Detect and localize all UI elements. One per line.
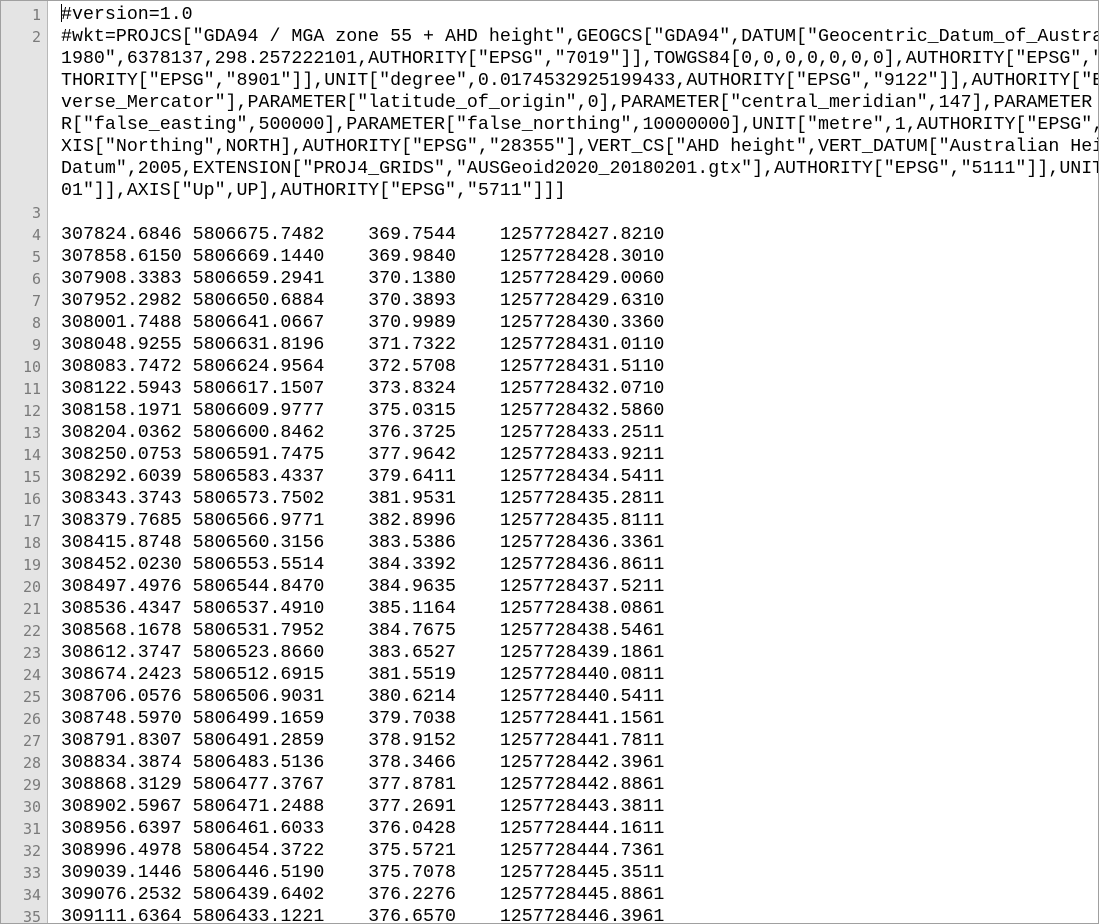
line-number: 32 (22, 842, 41, 860)
editor-line[interactable]: 308568.1678 5806531.7952 384.7675 125772… (61, 620, 1098, 642)
editor-line[interactable]: 1980",6378137,298.257222101,AUTHORITY["E… (61, 48, 1098, 70)
editor-line[interactable]: 308674.2423 5806512.6915 381.5519 125772… (61, 664, 1098, 686)
editor-line[interactable]: THORITY["EPSG","8901"]],UNIT["degree",0.… (61, 70, 1098, 92)
text-editor-window: 1 2 3 4 5 6 7 8 9 10 11 12 13 14 15 16 17 18 19 20 21 22 23 24 2… (0, 0, 1099, 924)
editor-line[interactable]: #wkt=PROJCS["GDA94 / MGA zone 55 + AHD h… (61, 26, 1098, 48)
editor-line[interactable]: 308748.5970 5806499.1659 379.7038 125772… (61, 708, 1098, 730)
editor-line[interactable]: 308706.0576 5806506.9031 380.6214 125772… (61, 686, 1098, 708)
editor-line[interactable]: 308204.0362 5806600.8462 376.3725 125772… (61, 422, 1098, 444)
editor-line[interactable]: 308048.9255 5806631.8196 371.7322 125772… (61, 334, 1098, 356)
line-number (1, 136, 47, 158)
line-number: 16 (22, 490, 41, 508)
line-number (1, 92, 47, 114)
line-number: 18 (22, 534, 41, 552)
line-number (1, 70, 47, 92)
editor-line[interactable]: 01"]],AXIS["Up",UP],AUTHORITY["EPSG","57… (61, 180, 1098, 202)
editor-line[interactable]: 307952.2982 5806650.6884 370.3893 125772… (61, 290, 1098, 312)
line-number: 28 (22, 754, 41, 772)
editor-line[interactable]: 309111.6364 5806433.1221 376.6570 125772… (61, 906, 1098, 923)
editor-line[interactable]: 307824.6846 5806675.7482 369.7544 125772… (61, 224, 1098, 246)
line-number: 34 (22, 886, 41, 904)
editor-line[interactable]: 308250.0753 5806591.7475 377.9642 125772… (61, 444, 1098, 466)
editor-line[interactable]: 308343.3743 5806573.7502 381.9531 125772… (61, 488, 1098, 510)
line-number: 31 (22, 820, 41, 838)
editor-line-current[interactable]: #version=1.0 (61, 4, 1098, 26)
line-number: 12 (22, 402, 41, 420)
editor-line[interactable]: 308497.4976 5806544.8470 384.9635 125772… (61, 576, 1098, 598)
editor-line[interactable]: XIS["Northing",NORTH],AUTHORITY["EPSG","… (61, 136, 1098, 158)
line-number: 21 (22, 600, 41, 618)
editor-line[interactable]: 307908.3383 5806659.2941 370.1380 125772… (61, 268, 1098, 290)
editor-line[interactable]: 308536.4347 5806537.4910 385.1164 125772… (61, 598, 1098, 620)
editor-line[interactable]: 308996.4978 5806454.3722 375.5721 125772… (61, 840, 1098, 862)
line-number: 6 (31, 270, 41, 288)
line-number: 35 (22, 908, 41, 924)
editor-line[interactable]: 308158.1971 5806609.9777 375.0315 125772… (61, 400, 1098, 422)
line-number: 27 (22, 732, 41, 750)
line-number (1, 48, 47, 70)
editor-line[interactable]: R["false_easting",500000],PARAMETER["fal… (61, 114, 1098, 136)
line-number (1, 114, 47, 136)
editor-line[interactable]: 308415.8748 5806560.3156 383.5386 125772… (61, 532, 1098, 554)
editor-line[interactable]: 308791.8307 5806491.2859 378.9152 125772… (61, 730, 1098, 752)
line-number: 3 (31, 204, 41, 222)
line-number: 26 (22, 710, 41, 728)
line-number: 11 (22, 380, 41, 398)
line-number: 33 (22, 864, 41, 882)
line-number: 24 (22, 666, 41, 684)
editor-line[interactable]: 308292.6039 5806583.4337 379.6411 125772… (61, 466, 1098, 488)
editor-line[interactable]: 308902.5967 5806471.2488 377.2691 125772… (61, 796, 1098, 818)
line-number: 19 (22, 556, 41, 574)
line-number (1, 158, 47, 180)
line-number: 20 (22, 578, 41, 596)
line-number: 5 (31, 248, 41, 266)
line-number: 10 (22, 358, 41, 376)
editor-text-area[interactable]: #version=1.0 #wkt=PROJCS["GDA94 / MGA zon… (48, 1, 1098, 923)
line-number: 17 (22, 512, 41, 530)
editor-line[interactable]: 308452.0230 5806553.5514 384.3392 125772… (61, 554, 1098, 576)
editor-line[interactable]: 308083.7472 5806624.9564 372.5708 125772… (61, 356, 1098, 378)
line-number: 30 (22, 798, 41, 816)
line-number: 29 (22, 776, 41, 794)
editor-line[interactable] (61, 202, 1098, 224)
line-number-gutter: 1 2 3 4 5 6 7 8 9 10 11 12 13 14 15 16 17 18 19 20 21 22 23 24 2… (1, 1, 48, 923)
line-number: 9 (31, 336, 41, 354)
line-number: 8 (31, 314, 41, 332)
line-number (1, 180, 47, 202)
editor-line[interactable]: 307858.6150 5806669.1440 369.9840 125772… (61, 246, 1098, 268)
editor-line[interactable]: 309039.1446 5806446.5190 375.7078 125772… (61, 862, 1098, 884)
line-number: 15 (22, 468, 41, 486)
line-number: 23 (22, 644, 41, 662)
editor-line[interactable]: 308834.3874 5806483.5136 378.3466 125772… (61, 752, 1098, 774)
text-caret (61, 4, 62, 22)
line-number: 2 (31, 28, 41, 46)
line-number: 4 (31, 226, 41, 244)
editor-line[interactable]: 308868.3129 5806477.3767 377.8781 125772… (61, 774, 1098, 796)
line-number: 7 (31, 292, 41, 310)
line-number: 14 (22, 446, 41, 464)
line-number: 22 (22, 622, 41, 640)
line-number: 13 (22, 424, 41, 442)
line-number: 1 (31, 6, 41, 24)
editor-line[interactable]: 308001.7488 5806641.0667 370.9989 125772… (61, 312, 1098, 334)
line-number: 25 (22, 688, 41, 706)
editor-line[interactable]: 308956.6397 5806461.6033 376.0428 125772… (61, 818, 1098, 840)
editor-line[interactable]: Datum",2005,EXTENSION["PROJ4_GRIDS","AUS… (61, 158, 1098, 180)
editor-line[interactable]: verse_Mercator"],PARAMETER["latitude_of_… (61, 92, 1098, 114)
editor-line[interactable]: 309076.2532 5806439.6402 376.2276 125772… (61, 884, 1098, 906)
editor-line[interactable]: 308379.7685 5806566.9771 382.8996 125772… (61, 510, 1098, 532)
editor-line[interactable]: 308122.5943 5806617.1507 373.8324 125772… (61, 378, 1098, 400)
editor-line[interactable]: 308612.3747 5806523.8660 383.6527 125772… (61, 642, 1098, 664)
